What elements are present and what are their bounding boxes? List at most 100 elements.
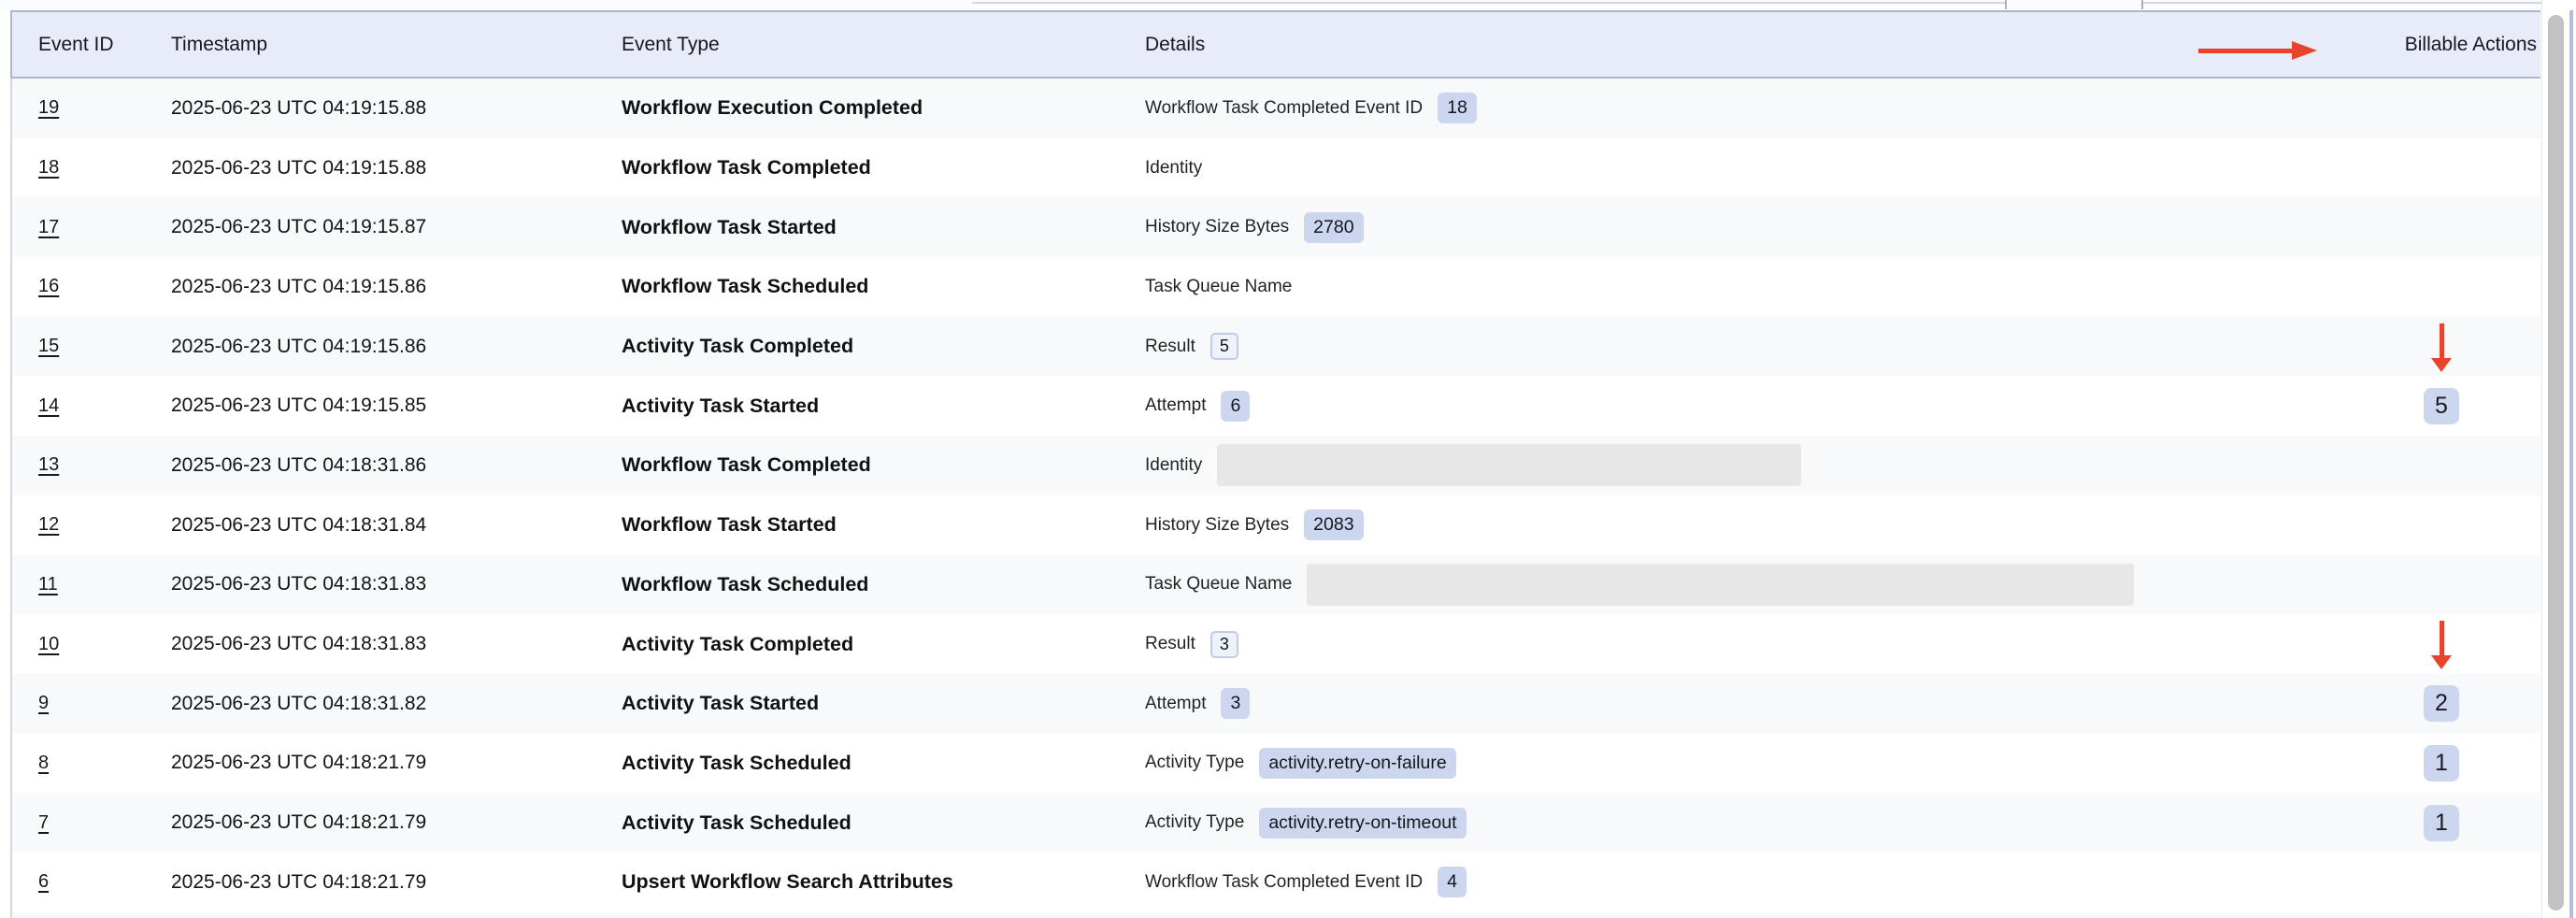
event-id-link[interactable]: 16 [38, 276, 59, 296]
arrow-head [2431, 655, 2452, 669]
event-type-text: Workflow Task Started [622, 513, 837, 536]
timestamp-text: 2025-06-23 UTC 04:19:15.85 [171, 394, 426, 416]
timestamp-text: 2025-06-23 UTC 04:18:31.86 [171, 454, 426, 476]
event-row[interactable]: 6 2025-06-23 UTC 04:18:21.79 Upsert Work… [12, 853, 2540, 912]
event-type-text: Workflow Task Scheduled [622, 275, 868, 297]
details-label: Attempt [1145, 395, 1206, 416]
table-header-row: Event ID Timestamp Event Type Details Bi… [10, 10, 2540, 79]
redacted-value-box [1307, 564, 2134, 606]
event-type-text: Activity Task Scheduled [622, 752, 852, 774]
next-row-edge [10, 912, 2540, 918]
event-row[interactable]: 12 2025-06-23 UTC 04:18:31.84 Workflow T… [12, 495, 2540, 555]
timestamp-text: 2025-06-23 UTC 04:18:31.82 [171, 693, 426, 714]
event-row[interactable]: 13 2025-06-23 UTC 04:18:31.86 Workflow T… [12, 436, 2540, 495]
event-type-text: Activity Task Started [622, 394, 819, 417]
timestamp-text: 2025-06-23 UTC 04:19:15.88 [171, 157, 426, 179]
arrow-head [2431, 358, 2452, 372]
event-id-link[interactable]: 19 [38, 97, 59, 118]
event-history-table: Event ID Timestamp Event Type Details Bi… [10, 10, 2540, 918]
timestamp-text: 2025-06-23 UTC 04:19:15.88 [171, 97, 426, 119]
event-type-text: Workflow Task Started [622, 216, 837, 238]
details-label: Result [1145, 634, 1195, 654]
event-type-text: Activity Task Scheduled [622, 811, 852, 834]
timestamp-text: 2025-06-23 UTC 04:18:21.79 [171, 811, 426, 833]
event-id-link[interactable]: 11 [38, 574, 58, 595]
event-type-text: Upsert Workflow Search Attributes [622, 870, 953, 893]
details-label: Task Queue Name [1145, 277, 1292, 297]
event-row[interactable]: 17 2025-06-23 UTC 04:19:15.87 Workflow T… [12, 197, 2540, 257]
details-label: Result [1145, 337, 1195, 357]
details-label: Attempt [1145, 694, 1206, 714]
column-header-timestamp: Timestamp [171, 34, 622, 56]
timestamp-text: 2025-06-23 UTC 04:18:21.79 [171, 871, 426, 893]
event-id-link[interactable]: 14 [38, 395, 59, 416]
details-label: Workflow Task Completed Event ID [1145, 872, 1423, 893]
arrow-shaft [2440, 621, 2444, 655]
arrow-shaft [2440, 323, 2444, 358]
details-label: Activity Type [1145, 812, 1244, 833]
event-id-link[interactable]: 9 [38, 693, 49, 713]
event-row[interactable]: 9 2025-06-23 UTC 04:18:31.82 Activity Ta… [12, 674, 2540, 734]
details-value-chip: 2083 [1304, 509, 1363, 540]
event-type-text: Workflow Task Completed [622, 156, 871, 179]
event-id-link[interactable]: 6 [38, 871, 49, 892]
event-id-link[interactable]: 15 [38, 336, 59, 356]
details-value-chip: 2780 [1304, 212, 1363, 243]
timestamp-text: 2025-06-23 UTC 04:18:31.83 [171, 573, 426, 595]
redacted-value-box [1217, 444, 1801, 486]
event-type-text: Activity Task Completed [622, 633, 853, 655]
billable-actions-badge: 2 [2424, 685, 2459, 722]
billable-annotation-down-arrow-icon [2431, 621, 2452, 669]
details-label: History Size Bytes [1145, 217, 1289, 237]
details-value-chip: 6 [1221, 391, 1250, 422]
right-panel-edge [2569, 10, 2573, 918]
details-value-chip: activity.retry-on-timeout [1259, 808, 1466, 839]
column-header-event-type: Event Type [622, 34, 1145, 56]
event-id-link[interactable]: 12 [38, 514, 59, 535]
timestamp-text: 2025-06-23 UTC 04:18:21.79 [171, 752, 426, 773]
column-header-event-id: Event ID [12, 34, 171, 56]
scrollbar-thumb[interactable] [2548, 15, 2564, 911]
top-divider-left [972, 2, 2005, 4]
event-id-link[interactable]: 7 [38, 812, 49, 833]
event-row[interactable]: 7 2025-06-23 UTC 04:18:21.79 Activity Ta… [12, 793, 2540, 853]
billable-actions-badge: 1 [2424, 805, 2459, 841]
arrow-shaft [2198, 49, 2292, 53]
timestamp-text: 2025-06-23 UTC 04:18:31.83 [171, 633, 426, 654]
event-row[interactable]: 8 2025-06-23 UTC 04:18:21.79 Activity Ta… [12, 734, 2540, 794]
event-row[interactable]: 16 2025-06-23 UTC 04:19:15.86 Workflow T… [12, 257, 2540, 317]
event-id-link[interactable]: 8 [38, 753, 49, 773]
event-id-link[interactable]: 13 [38, 454, 59, 475]
event-row[interactable]: 11 2025-06-23 UTC 04:18:31.83 Workflow T… [12, 555, 2540, 615]
billable-actions-badge: 5 [2424, 388, 2459, 424]
event-row[interactable]: 19 2025-06-23 UTC 04:19:15.88 Workflow E… [12, 79, 2540, 138]
timestamp-text: 2025-06-23 UTC 04:18:31.84 [171, 514, 426, 536]
details-value-chip: activity.retry-on-failure [1259, 748, 1455, 779]
top-strip [0, 0, 2576, 10]
details-value-chip: 3 [1221, 688, 1250, 719]
event-row[interactable]: 15 2025-06-23 UTC 04:19:15.86 Activity T… [12, 317, 2540, 377]
event-id-link[interactable]: 18 [38, 157, 59, 178]
details-label: Identity [1145, 158, 1202, 179]
timestamp-text: 2025-06-23 UTC 04:19:15.87 [171, 216, 426, 237]
billable-actions-badge: 1 [2424, 745, 2459, 782]
details-label: Workflow Task Completed Event ID [1145, 98, 1423, 119]
details-label: Activity Type [1145, 753, 1244, 773]
column-header-billable-actions: Billable Actions [2332, 12, 2551, 77]
top-divider-right [2143, 2, 2576, 4]
event-type-text: Workflow Execution Completed [622, 96, 923, 119]
billable-annotation-down-arrow-icon [2431, 323, 2452, 372]
details-value-chip: 5 [1210, 333, 1238, 360]
event-type-text: Workflow Task Scheduled [622, 573, 868, 595]
event-type-text: Workflow Task Completed [622, 453, 871, 476]
event-id-link[interactable]: 10 [38, 634, 59, 654]
event-row[interactable]: 14 2025-06-23 UTC 04:19:15.85 Activity T… [12, 376, 2540, 436]
details-value-chip: 18 [1438, 93, 1477, 123]
timestamp-text: 2025-06-23 UTC 04:19:15.86 [171, 336, 426, 357]
event-id-link[interactable]: 17 [38, 217, 59, 237]
event-type-text: Activity Task Completed [622, 335, 853, 357]
timestamp-text: 2025-06-23 UTC 04:19:15.86 [171, 276, 426, 297]
event-row[interactable]: 18 2025-06-23 UTC 04:19:15.88 Workflow T… [12, 138, 2540, 198]
event-row[interactable]: 10 2025-06-23 UTC 04:18:31.83 Activity T… [12, 614, 2540, 674]
billable-actions-annotation-arrow-icon [2198, 41, 2317, 60]
